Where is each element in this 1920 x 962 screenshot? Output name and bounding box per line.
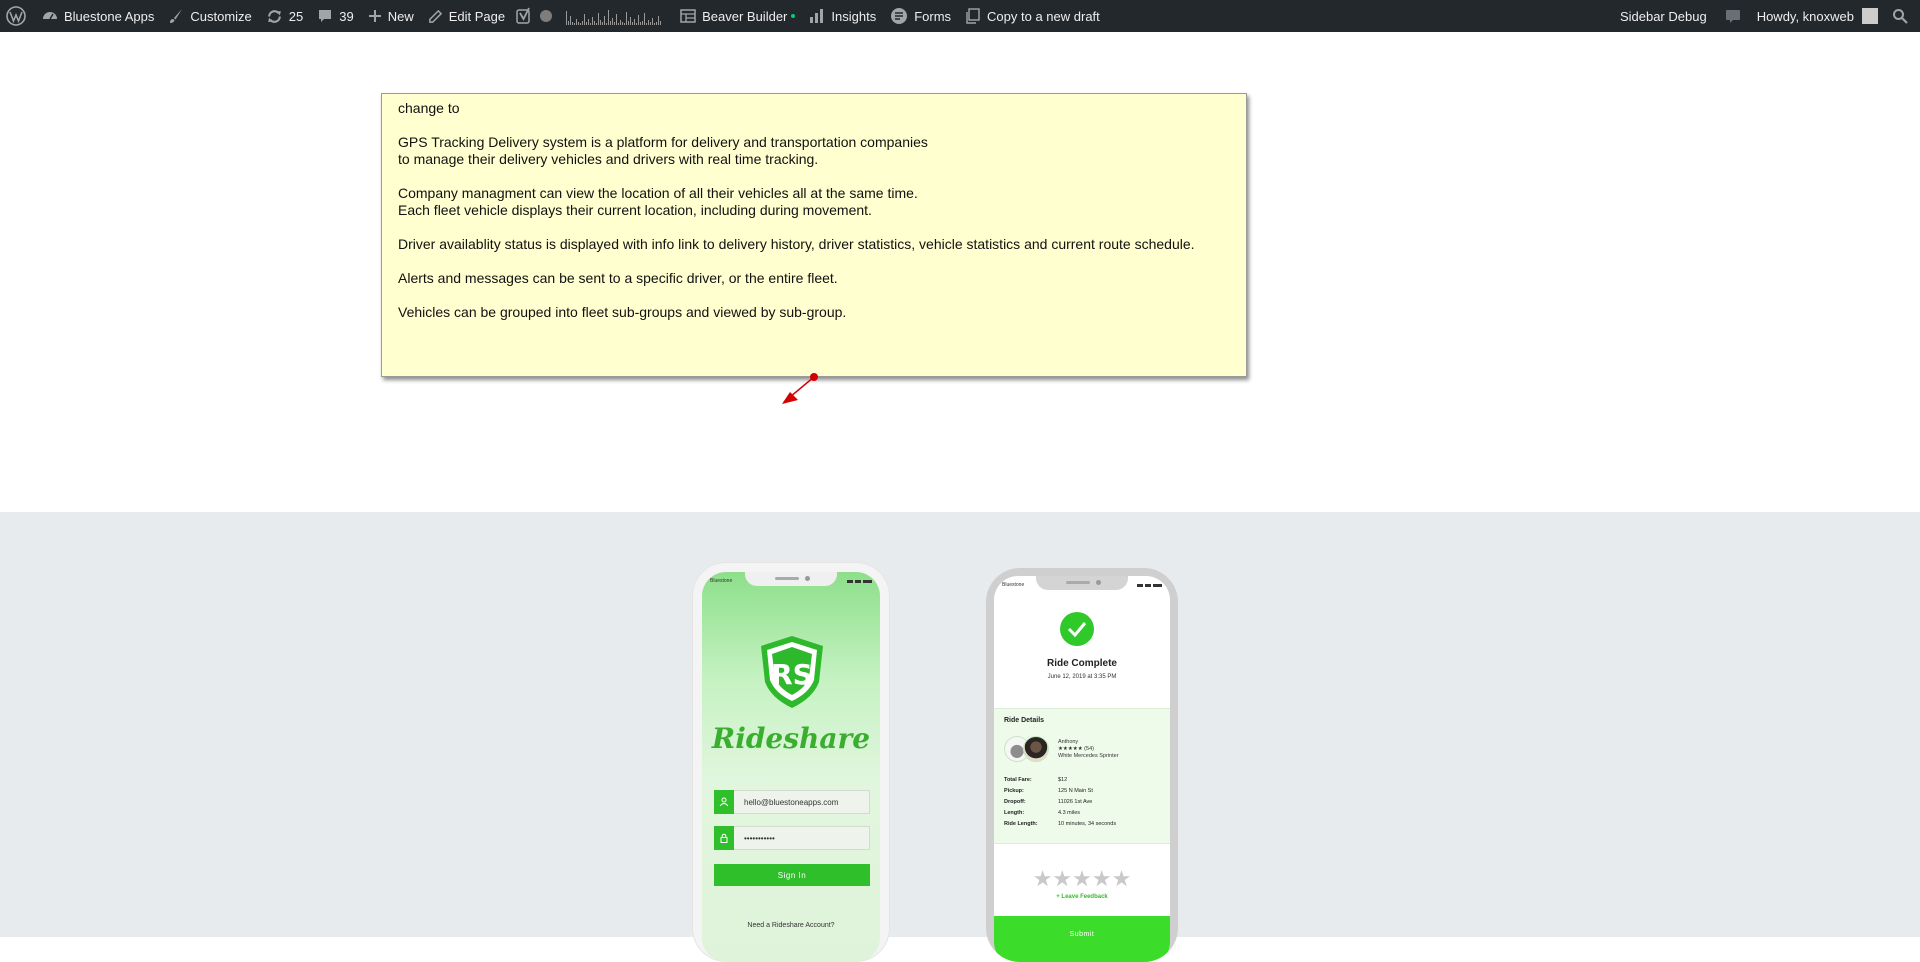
yoast-icon xyxy=(516,7,532,25)
comments-link[interactable]: 39 xyxy=(310,0,360,32)
admin-bar: Bluestone Apps Customize 25 39 New Edit … xyxy=(0,0,1920,32)
forms-label: Forms xyxy=(914,8,952,24)
sign-in-button[interactable]: Sign In xyxy=(714,864,870,886)
detail-row: Dropoff: 11026 1st Ave xyxy=(1004,799,1093,805)
my-account-menu[interactable]: Howdy, knoxweb xyxy=(1753,0,1890,32)
annotation-arrow-icon[interactable] xyxy=(770,370,820,412)
app-showcase-section xyxy=(0,512,1920,937)
sparkline-icon xyxy=(566,7,662,25)
builder-icon xyxy=(680,9,696,23)
driver-avatar xyxy=(1023,736,1049,762)
sidebar-debug-label: Sidebar Debug xyxy=(1619,8,1707,24)
wordpress-icon xyxy=(6,6,26,26)
password-value: ••••••••••• xyxy=(744,833,775,843)
notifications-link[interactable] xyxy=(1721,0,1753,32)
ride-complete-screen: Bluestone Ride Complete June 12, 2019 at… xyxy=(994,576,1170,962)
status-bar: Bluestone xyxy=(710,578,872,584)
driver-rating: ★★★★★ (54) xyxy=(1058,746,1094,752)
carrier-label: Bluestone xyxy=(710,578,733,584)
brush-icon xyxy=(168,8,184,24)
updates-count: 25 xyxy=(288,8,304,24)
active-dot-icon xyxy=(791,14,796,18)
ride-details-heading: Ride Details xyxy=(1004,717,1045,724)
detail-row: Total Fare: $12 xyxy=(1004,777,1068,783)
status-dot-icon xyxy=(540,10,553,22)
note-paragraph-1: GPS Tracking Delivery system is a platfo… xyxy=(398,134,928,167)
customize-link[interactable]: Customize xyxy=(161,0,258,32)
detail-row: Length: 4.3 miles xyxy=(1004,810,1081,816)
create-account-link[interactable]: Need a Rideshare Account? xyxy=(702,922,880,929)
checkmark-icon xyxy=(1060,612,1094,646)
edit-page-link[interactable]: Edit Page xyxy=(421,0,512,32)
driver-info: Anthony ★★★★★ (54) White Mercedes Sprint… xyxy=(1058,739,1119,760)
beaver-builder-label: Beaver Builder xyxy=(702,8,788,24)
note-paragraph-5: Vehicles can be grouped into fleet sub-g… xyxy=(398,304,847,320)
password-field[interactable]: ••••••••••• xyxy=(714,826,870,850)
sidebar-debug-link[interactable]: Sidebar Debug xyxy=(1613,0,1721,32)
phone-mockup-login: Bluestone RS Rideshare hello@bluestoneap… xyxy=(692,562,890,962)
beaver-builder-link[interactable]: Beaver Builder xyxy=(673,0,802,32)
ride-details-panel: Ride Details Anthony ★★★★★ (54) White Me… xyxy=(994,708,1170,844)
yoast-menu[interactable] xyxy=(512,0,536,32)
annotation-note[interactable]: change to GPS Tracking Delivery system i… xyxy=(381,93,1247,377)
note-paragraph-3: Driver availablity status is displayed w… xyxy=(398,236,1195,252)
login-screen: Bluestone RS Rideshare hello@bluestoneap… xyxy=(702,572,880,962)
copy-draft-label: Copy to a new draft xyxy=(987,8,1100,24)
rideshare-shield-logo-icon: RS xyxy=(761,636,823,708)
forms-icon xyxy=(890,7,908,25)
vehicle-name: White Mercedes Sprinter xyxy=(1058,753,1119,759)
driver-name: Anthony xyxy=(1058,739,1079,745)
detail-row: Pickup: 125 N Main St xyxy=(1004,788,1093,794)
customize-label: Customize xyxy=(190,8,252,24)
insights-link[interactable]: Insights xyxy=(802,0,883,32)
wp-logo-menu[interactable] xyxy=(0,0,35,32)
forms-link[interactable]: Forms xyxy=(883,0,958,32)
query-monitor-sparkline[interactable] xyxy=(560,0,673,32)
site-name-menu[interactable]: Bluestone Apps xyxy=(35,0,161,32)
status-bar: Bluestone xyxy=(1002,582,1162,588)
avatar-icon xyxy=(1862,8,1878,24)
notification-icon xyxy=(1725,8,1741,24)
pencil-icon xyxy=(428,9,443,24)
rating-stars[interactable]: ★★★★★ xyxy=(994,866,1170,892)
search-toggle[interactable] xyxy=(1890,0,1920,32)
comment-icon xyxy=(317,8,333,24)
dashboard-icon xyxy=(42,8,58,24)
signal-icon xyxy=(1137,582,1162,588)
carrier-label: Bluestone xyxy=(1002,582,1025,588)
new-label: New xyxy=(387,8,414,24)
update-icon xyxy=(266,8,283,25)
copy-icon xyxy=(965,8,981,24)
note-paragraph-2: Company managment can view the location … xyxy=(398,185,918,218)
plus-icon xyxy=(368,9,382,23)
lock-icon xyxy=(714,826,734,850)
ride-date: June 12, 2019 at 3:35 PM xyxy=(1047,674,1117,680)
copy-draft-link[interactable]: Copy to a new draft xyxy=(958,0,1107,32)
insights-label: Insights xyxy=(831,8,877,24)
signal-icon xyxy=(847,578,872,584)
note-heading: change to xyxy=(398,100,460,116)
user-icon xyxy=(714,790,734,814)
updates-link[interactable]: 25 xyxy=(259,0,310,32)
detail-row: Ride Length: 10 minutes, 34 seconds xyxy=(1004,821,1117,827)
email-value: hello@bluestoneapps.com xyxy=(744,797,839,807)
edit-page-label: Edit Page xyxy=(448,8,506,24)
note-paragraph-4: Alerts and messages can be sent to a spe… xyxy=(398,270,838,286)
comments-count: 39 xyxy=(339,8,354,24)
insights-icon xyxy=(809,8,825,24)
email-field[interactable]: hello@bluestoneapps.com xyxy=(714,790,870,814)
svg-text:RS: RS xyxy=(771,658,813,691)
howdy-label: Howdy, knoxweb xyxy=(1756,8,1854,24)
seo-score[interactable] xyxy=(536,0,560,32)
new-content-menu[interactable]: New xyxy=(361,0,421,32)
submit-button[interactable]: Submit xyxy=(994,916,1170,962)
leave-feedback-link[interactable]: + Leave Feedback xyxy=(994,894,1170,900)
brand-name: Rideshare xyxy=(711,722,871,755)
search-icon xyxy=(1892,8,1908,24)
site-name: Bluestone Apps xyxy=(64,8,155,24)
phone-mockup-ride-complete: Bluestone Ride Complete June 12, 2019 at… xyxy=(986,568,1178,962)
ride-complete-title: Ride Complete xyxy=(1046,658,1117,669)
